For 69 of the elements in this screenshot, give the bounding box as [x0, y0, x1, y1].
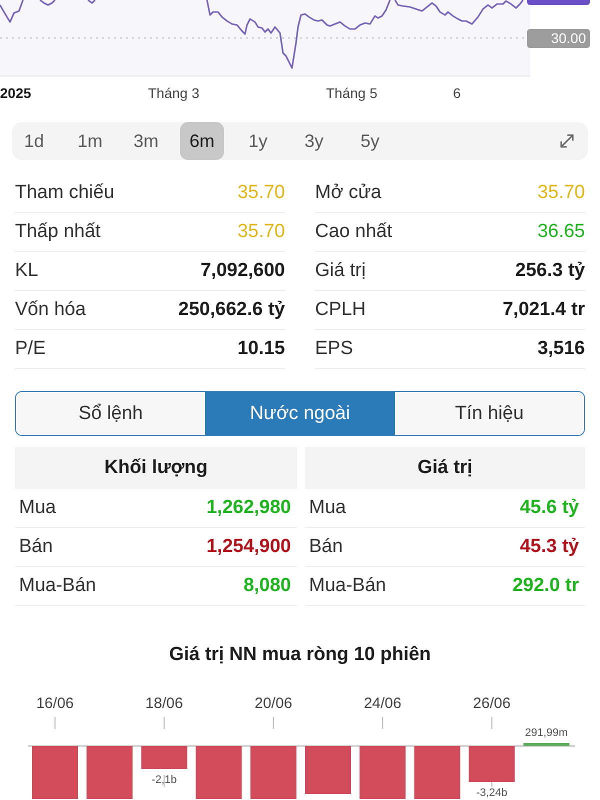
- stat-value: 256.3 tỷ: [515, 260, 585, 282]
- stat-label: Vốn hóa: [15, 299, 86, 321]
- stat-value: 250,662.6 tỷ: [178, 299, 285, 321]
- bar-value-label: -2,1b: [152, 774, 177, 786]
- date-label: 24/06: [364, 695, 402, 712]
- column-header: Giá trị: [305, 447, 585, 489]
- period-tab[interactable]: 3y: [292, 122, 336, 160]
- price-axis-label: 30.00: [527, 29, 590, 48]
- date-label: 26/06: [473, 695, 511, 712]
- net-sell-bar: [86, 746, 133, 799]
- column-header: Khối lượng: [15, 447, 297, 489]
- stat-value: 7,092,600: [200, 260, 285, 282]
- net-sell-bar: [196, 746, 242, 799]
- net-sell-bar: [250, 746, 296, 799]
- axis-date-label: 2025: [0, 85, 32, 101]
- stat-label: CPLH: [315, 299, 366, 321]
- date-label: 20/06: [254, 695, 292, 712]
- axis-date-label: Tháng 3: [148, 85, 200, 101]
- row-label: Bán: [19, 536, 53, 558]
- stat-value: 35.70: [237, 182, 285, 204]
- stat-value: 35.70: [237, 221, 285, 243]
- stat-value: 3,516: [537, 338, 585, 360]
- row-value: 292.0 tr: [512, 575, 579, 597]
- stat-value: 7,021.4 tr: [502, 299, 585, 321]
- stat-label: KL: [15, 260, 38, 282]
- net-buy-bar: [523, 743, 570, 746]
- chart-title: Giá trị NN mua ròng 10 phiên: [169, 644, 431, 665]
- net-sell-bar: [414, 746, 460, 799]
- row-label: Mua-Bán: [309, 575, 386, 597]
- stat-value: 36.65: [537, 221, 585, 243]
- segment-tab[interactable]: Nước ngoài: [205, 392, 395, 435]
- period-tab[interactable]: 5y: [348, 122, 392, 160]
- net-sell-bar: [468, 746, 515, 782]
- period-tab[interactable]: 1y: [236, 122, 280, 160]
- period-tab[interactable]: 1m: [68, 122, 112, 160]
- period-tab[interactable]: 1d: [12, 122, 56, 160]
- net-sell-bar: [32, 746, 78, 799]
- row-label: Mua: [309, 497, 346, 519]
- bar-value-label: -3,24b: [476, 787, 508, 799]
- bar-value-label: 291,99m: [525, 727, 568, 739]
- row-value: 8,080: [243, 575, 291, 597]
- row-label: Mua: [19, 497, 56, 519]
- stat-label: Cao nhất: [315, 221, 392, 243]
- stat-label: Giá trị: [315, 260, 366, 282]
- axis-date-label: Tháng 5: [326, 85, 378, 101]
- segment-tab[interactable]: Tín hiệu: [394, 392, 584, 435]
- net-sell-bar: [305, 746, 351, 794]
- stat-label: P/E: [15, 338, 46, 360]
- stat-label: Mở cửa: [315, 182, 382, 204]
- stat-label: EPS: [315, 338, 354, 360]
- period-tab[interactable]: 6m: [180, 122, 224, 160]
- stat-value: 35.70: [537, 182, 585, 204]
- date-label: 18/06: [145, 695, 183, 712]
- row-label: Bán: [309, 536, 343, 558]
- net-sell-bar: [141, 746, 188, 769]
- axis-date-label: 6: [453, 85, 461, 101]
- segment-tab[interactable]: Sổ lệnh: [16, 392, 206, 435]
- stat-value: 10.15: [237, 338, 285, 360]
- row-value: 1,262,980: [206, 497, 291, 519]
- row-value: 45.3 tỷ: [520, 536, 579, 558]
- period-tab[interactable]: 3m: [124, 122, 168, 160]
- row-label: Mua-Bán: [19, 575, 96, 597]
- stat-label: Thấp nhất: [15, 221, 101, 243]
- net-sell-bar: [360, 746, 406, 799]
- date-label: 16/06: [36, 695, 74, 712]
- stat-label: Tham chiếu: [15, 182, 114, 204]
- row-value: 45.6 tỷ: [520, 497, 579, 519]
- row-value: 1,254,900: [206, 536, 291, 558]
- price-tag: [527, 0, 590, 5]
